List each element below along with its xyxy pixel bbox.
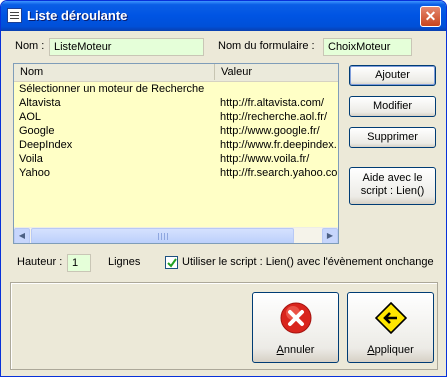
annuler-label: Annuler (253, 344, 338, 356)
formulaire-field[interactable]: ChoixMoteur (323, 38, 412, 56)
list-row[interactable]: Google http://www.google.fr/ (14, 124, 338, 138)
cancel-x-icon (280, 302, 312, 334)
supprimer-label: Supprimer (367, 131, 418, 143)
scroll-right-button[interactable]: ▶ (322, 228, 338, 243)
dialog-window: Liste déroulante ✕ Nom : ListeMoteur Nom… (0, 0, 447, 377)
annuler-mnemonic: A (276, 344, 284, 356)
column-header-nom[interactable]: Nom (14, 64, 215, 80)
apply-arrow-icon (375, 302, 407, 334)
appliquer-button[interactable]: Appliquer (347, 292, 434, 363)
lignes-label: Lignes (108, 256, 141, 268)
row-nom-cell: Yahoo (19, 167, 50, 179)
window-title: Liste déroulante (27, 8, 128, 23)
nom-field[interactable]: ListeMoteur (49, 38, 204, 56)
supprimer-button[interactable]: Supprimer (349, 127, 436, 148)
aide-label-line2: script : Lien() (360, 185, 425, 197)
aide-script-button[interactable]: Aide avec le script : Lien() (349, 167, 436, 205)
modifier-button[interactable]: Modifier (349, 96, 436, 117)
formulaire-label: Nom du formulaire : (218, 40, 315, 52)
list-row[interactable]: AOL http://recherche.aol.fr/ (14, 110, 338, 124)
hauteur-field[interactable]: 1 (67, 254, 91, 272)
row-nom-cell: Voila (19, 153, 43, 165)
scroll-grip-icon (158, 233, 168, 240)
hauteur-label: Hauteur : (17, 256, 63, 268)
row-valeur-cell: http://recherche.aol.fr/ (220, 111, 327, 123)
row-valeur-cell: http://www.google.fr/ (220, 125, 320, 137)
list-header: Nom Valeur (14, 64, 338, 82)
ajouter-label: Ajouter (375, 69, 410, 81)
row-valeur-cell: http://www.voila.fr/ (220, 153, 310, 165)
row-valeur-cell: http://www.fr.deepindex. (220, 139, 337, 151)
close-button[interactable]: ✕ (420, 6, 441, 27)
appliquer-text: ppliquer (374, 344, 414, 356)
list-row[interactable]: DeepIndex http://www.fr.deepindex. (14, 138, 338, 152)
ajouter-button[interactable]: Ajouter (349, 65, 436, 86)
list-row[interactable]: Sélectionner un moteur de Recherche (14, 82, 338, 96)
aide-label-line1: Aide avec le (362, 172, 423, 184)
list-row[interactable]: Altavista http://fr.altavista.com/ (14, 96, 338, 110)
row-valeur-cell: http://fr.search.yahoo.co (220, 167, 338, 179)
row-nom-cell: Sélectionner un moteur de Recherche (19, 83, 205, 95)
row-valeur-cell: http://fr.altavista.com/ (220, 97, 324, 109)
row-nom-cell: AOL (19, 111, 42, 123)
title-bar[interactable]: Liste déroulante ✕ (1, 1, 446, 31)
list-icon (7, 8, 22, 23)
modifier-label: Modifier (372, 100, 413, 112)
options-list[interactable]: Nom Valeur Sélectionner un moteur de Rec… (13, 63, 339, 244)
annuler-text: nnuler (283, 344, 315, 356)
annuler-button[interactable]: Annuler (252, 292, 339, 363)
row-nom-cell: Google (19, 125, 55, 137)
column-header-valeur[interactable]: Valeur (215, 64, 338, 80)
scroll-left-button[interactable]: ◀ (14, 228, 30, 243)
scroll-thumb[interactable] (31, 228, 294, 243)
appliquer-label: Appliquer (348, 344, 433, 356)
use-script-label[interactable]: Utiliser le script : Lien() avec l'évène… (182, 256, 434, 268)
row-nom-cell: Altavista (19, 97, 61, 109)
list-row[interactable]: Yahoo http://fr.search.yahoo.co (14, 166, 338, 180)
nom-label: Nom : (15, 40, 45, 52)
appliquer-mnemonic: A (367, 344, 375, 356)
horizontal-scrollbar[interactable]: ◀ ▶ (14, 227, 338, 243)
use-script-checkbox[interactable] (165, 256, 178, 269)
checkmark-icon (167, 258, 177, 268)
row-nom-cell: DeepIndex (19, 139, 73, 151)
list-row[interactable]: Voila http://www.voila.fr/ (14, 152, 338, 166)
